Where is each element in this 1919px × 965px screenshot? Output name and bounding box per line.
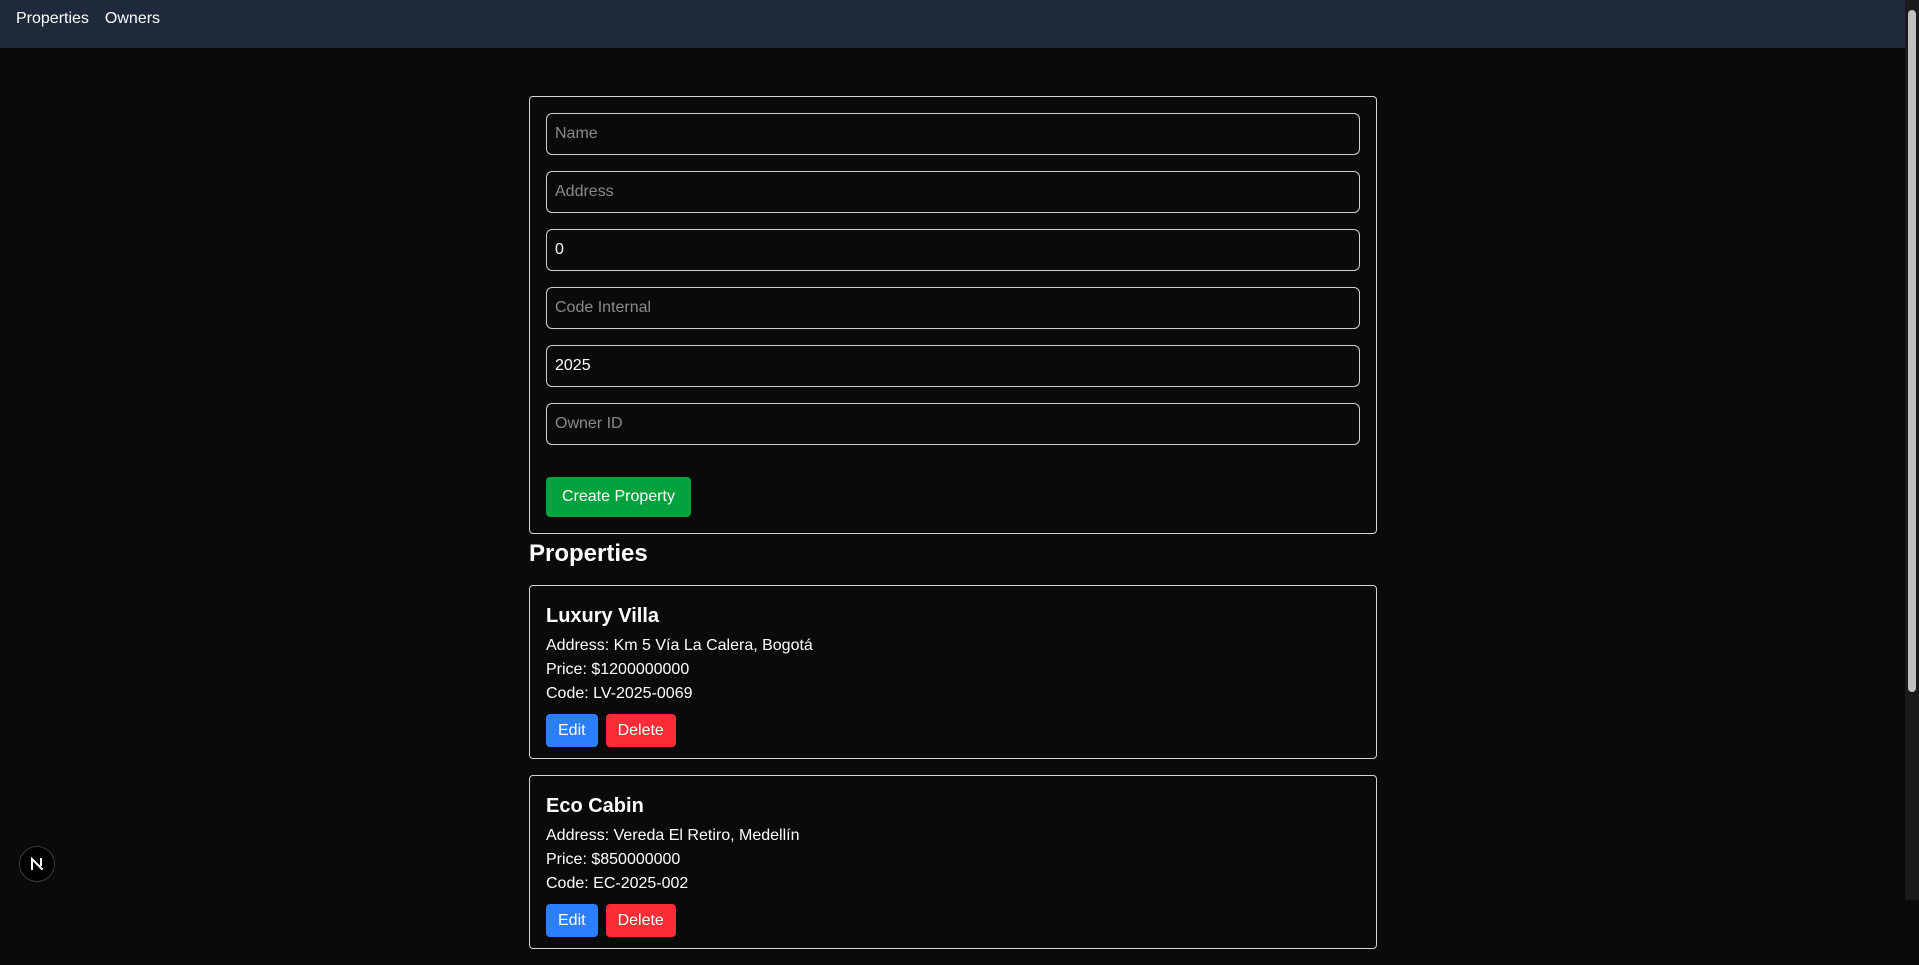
property-code: Code: LV-2025-0069 — [546, 685, 693, 702]
delete-button[interactable]: Delete — [605, 904, 676, 937]
top-navbar: Properties Owners — [0, 0, 1919, 48]
property-card: Eco Cabin Address: Vereda El Retiro, Med… — [529, 775, 1377, 949]
price-input[interactable] — [546, 229, 1360, 271]
property-actions: Edit Delete — [546, 904, 1360, 937]
create-property-form: Create Property — [529, 96, 1377, 534]
edit-button[interactable]: Edit — [546, 714, 598, 747]
year-input[interactable] — [546, 345, 1360, 387]
property-price: Price: $850000000 — [546, 851, 681, 868]
nav-link-owners[interactable]: Owners — [105, 0, 160, 38]
edit-button[interactable]: Edit — [546, 904, 598, 937]
property-code: Code: EC-2025-002 — [546, 875, 689, 892]
property-address: Address: Km 5 Vía La Calera, Bogotá — [546, 637, 813, 654]
main-content: Create Property Properties Luxury Villa … — [529, 96, 1377, 965]
create-property-button[interactable]: Create Property — [546, 477, 691, 517]
page-scrollbar[interactable] — [1905, 0, 1919, 900]
scrollbar-thumb[interactable] — [1908, 10, 1916, 692]
address-input[interactable] — [546, 171, 1360, 213]
code-internal-input[interactable] — [546, 287, 1360, 329]
nav-link-properties[interactable]: Properties — [16, 0, 89, 38]
delete-button[interactable]: Delete — [605, 714, 676, 747]
owner-id-input[interactable] — [546, 403, 1360, 445]
property-card: Luxury Villa Address: Km 5 Vía La Calera… — [529, 585, 1377, 759]
property-price: Price: $1200000000 — [546, 661, 690, 678]
nextjs-logo-icon[interactable] — [19, 846, 55, 882]
property-address: Address: Vereda El Retiro, Medellín — [546, 827, 800, 844]
property-name: Luxury Villa — [546, 605, 660, 627]
nextjs-n-glyph — [31, 856, 44, 871]
property-name: Eco Cabin — [546, 795, 644, 817]
properties-heading: Properties — [529, 540, 648, 567]
name-input[interactable] — [546, 113, 1360, 155]
property-actions: Edit Delete — [546, 714, 1360, 747]
